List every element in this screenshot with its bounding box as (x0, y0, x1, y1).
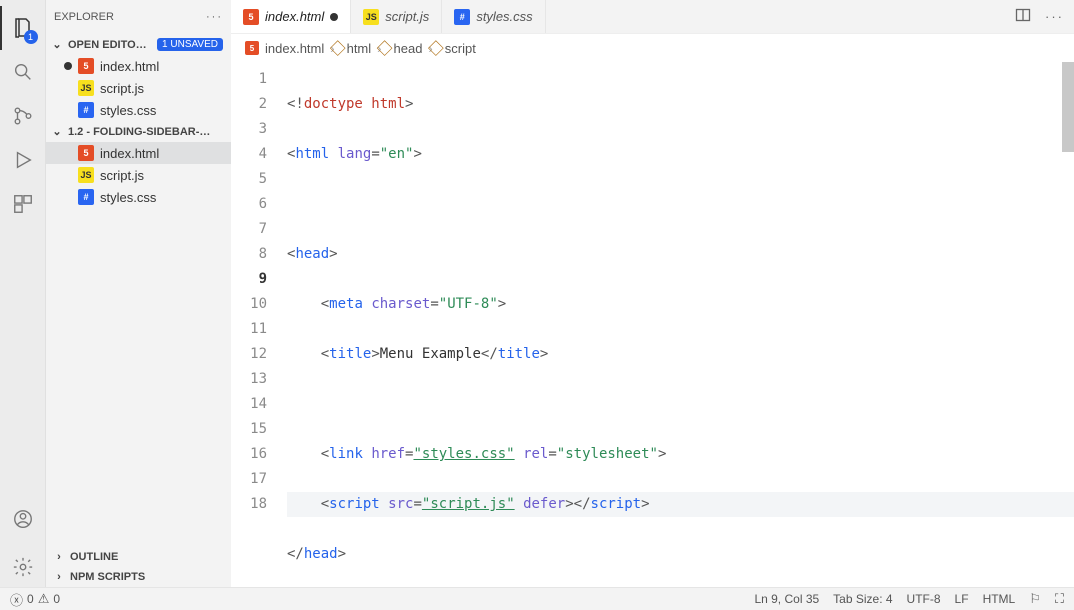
css-file-icon: # (454, 9, 470, 25)
unsaved-badge: 1 UNSAVED (157, 38, 223, 51)
feedback-icon[interactable]: ⚐ (1029, 591, 1041, 607)
eol[interactable]: LF (955, 592, 969, 606)
cursor-position[interactable]: Ln 9, Col 35 (754, 592, 819, 606)
sidebar-header: EXPLORER ··· (46, 0, 231, 34)
language-mode[interactable]: HTML (983, 592, 1016, 606)
more-icon[interactable]: ··· (206, 11, 223, 23)
explorer-sidebar: EXPLORER ··· ⌄ OPEN EDITO… 1 UNSAVED 5 i… (46, 0, 231, 587)
breadcrumbs[interactable]: 5 index.html › ⃟ html › ⃟ head › ⃟ scrip… (231, 34, 1074, 62)
split-editor-icon[interactable] (1015, 7, 1031, 26)
js-file-icon: JS (363, 9, 379, 25)
html-file-icon: 5 (78, 58, 94, 74)
npm-scripts-header[interactable]: › NPM SCRIPTS (46, 567, 231, 587)
notifications-icon[interactable]: ⛶ (1055, 591, 1064, 607)
open-editor-item[interactable]: JS script.js (46, 77, 231, 99)
error-icon[interactable]: ⓧ (10, 590, 23, 609)
encoding[interactable]: UTF-8 (907, 592, 941, 606)
tab-index-html[interactable]: 5 index.html (231, 0, 351, 33)
dirty-dot-icon (330, 13, 338, 21)
tab-size[interactable]: Tab Size: 4 (833, 592, 892, 606)
explorer-icon[interactable]: 1 (0, 6, 46, 50)
file-item[interactable]: # styles.css (46, 186, 231, 208)
tab-styles-css[interactable]: # styles.css (442, 0, 545, 33)
warning-icon[interactable]: ⚠ (38, 591, 50, 607)
search-icon[interactable] (0, 50, 46, 94)
dirty-dot-icon (64, 62, 72, 70)
css-file-icon: # (78, 189, 94, 205)
settings-gear-icon[interactable] (0, 547, 46, 587)
activity-bar: 1 (0, 0, 46, 587)
editor-area: 5 index.html JS script.js # styles.css ·… (231, 0, 1074, 587)
html-file-icon: 5 (245, 41, 259, 55)
outline-header[interactable]: › OUTLINE (46, 547, 231, 567)
file-item[interactable]: 5 index.html (46, 142, 231, 164)
open-editor-item[interactable]: # styles.css (46, 99, 231, 121)
line-gutter: 123 456 789 101112 131415 161718 (231, 62, 279, 587)
css-file-icon: # (78, 102, 94, 118)
folder-header[interactable]: ⌄ 1.2 - FOLDING-SIDEBAR-… (46, 121, 231, 142)
account-icon[interactable] (0, 497, 46, 541)
more-icon[interactable]: ··· (1045, 9, 1064, 24)
open-editors-header[interactable]: ⌄ OPEN EDITO… 1 UNSAVED (46, 34, 231, 55)
badge: 1 (24, 30, 38, 44)
chevron-down-icon: ⌄ (50, 125, 64, 138)
file-item[interactable]: JS script.js (46, 164, 231, 186)
status-bar: ⓧ 0 ⚠ 0 Ln 9, Col 35 Tab Size: 4 UTF-8 L… (0, 587, 1074, 610)
tab-script-js[interactable]: JS script.js (351, 0, 442, 33)
scrollbar[interactable] (1062, 62, 1074, 152)
chevron-right-icon: › (52, 571, 66, 583)
chevron-down-icon: ⌄ (50, 38, 64, 51)
chevron-right-icon: › (52, 551, 66, 563)
run-debug-icon[interactable] (0, 138, 46, 182)
extensions-icon[interactable] (0, 182, 46, 226)
html-file-icon: 5 (78, 145, 94, 161)
code-content[interactable]: <!doctype html> <html lang="en"> <head> … (279, 62, 1074, 587)
js-file-icon: JS (78, 80, 94, 96)
sidebar-title: EXPLORER (54, 11, 114, 23)
code-editor[interactable]: 123 456 789 101112 131415 161718 <!docty… (231, 62, 1074, 587)
source-control-icon[interactable] (0, 94, 46, 138)
open-editor-item[interactable]: 5 index.html (46, 55, 231, 77)
tab-bar: 5 index.html JS script.js # styles.css ·… (231, 0, 1074, 34)
html-file-icon: 5 (243, 9, 259, 25)
js-file-icon: JS (78, 167, 94, 183)
